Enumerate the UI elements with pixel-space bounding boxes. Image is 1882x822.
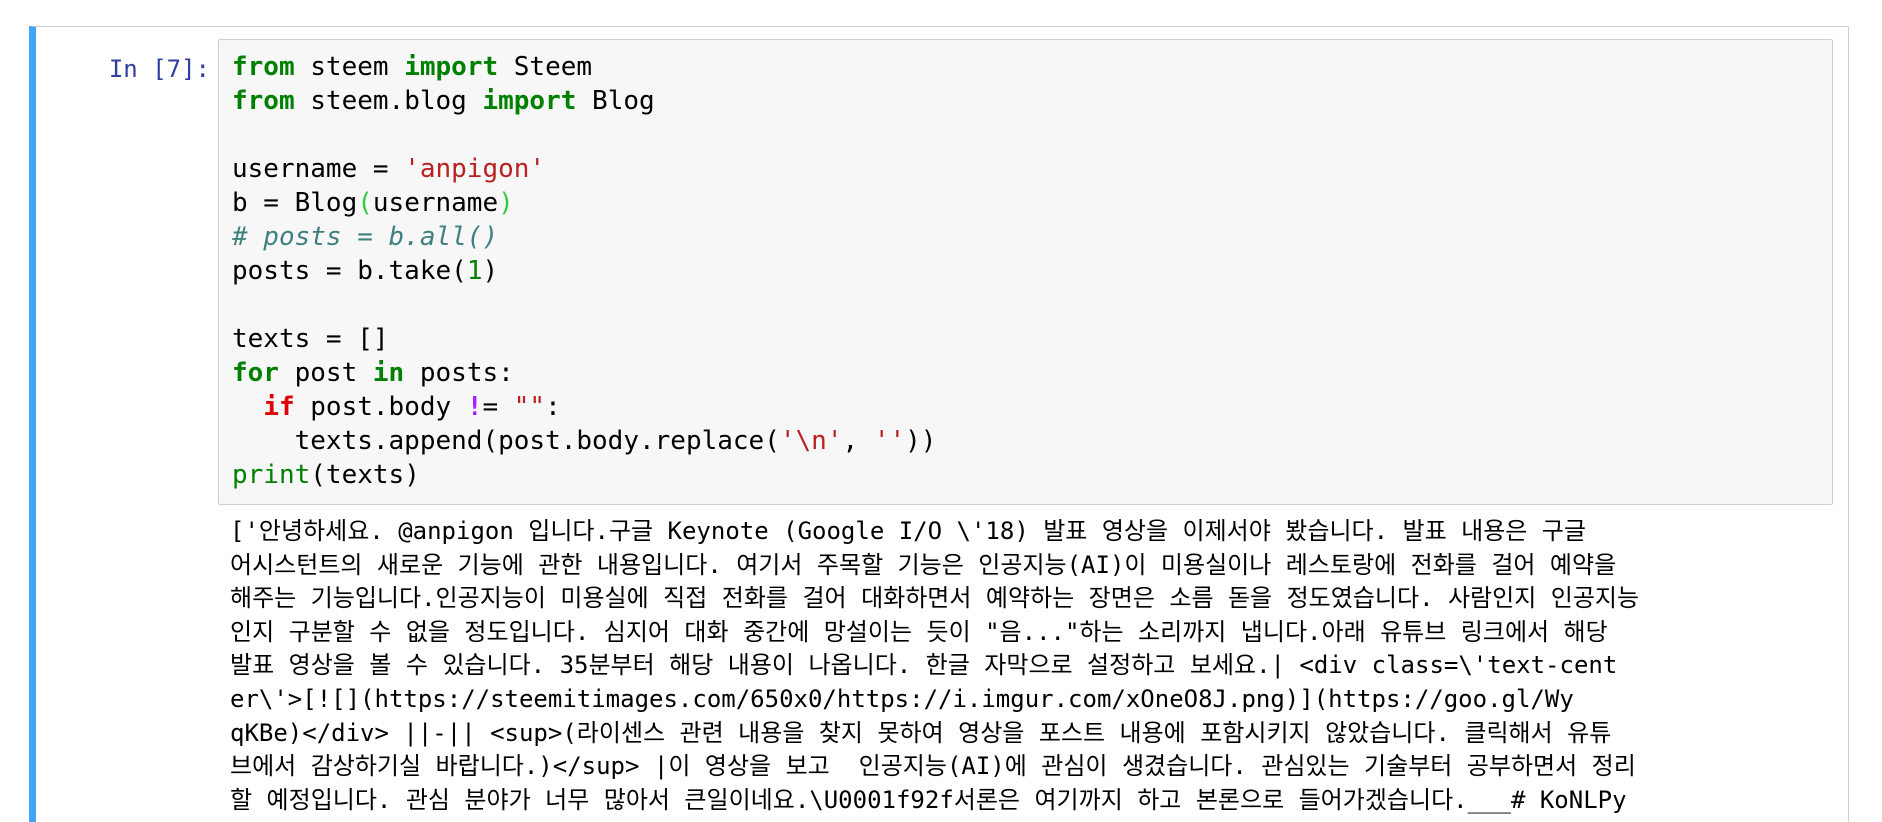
code-token: (texts) xyxy=(310,460,420,490)
code-token: '' xyxy=(873,426,906,456)
code-line: # posts = b.all() xyxy=(232,220,936,254)
code-token: Steem xyxy=(498,52,593,82)
notebook-page: In [7]: from steem import Steem from stee… xyxy=(0,0,1882,822)
code-line: b = Blog(username) xyxy=(232,186,936,220)
code-token: steem xyxy=(294,52,405,82)
output-line: 인지 구분할 수 없을 정도입니다. 심지어 대화 중간에 망설이는 듯이 "음… xyxy=(230,617,1608,646)
code-token: "" xyxy=(513,392,546,422)
code-token: ( xyxy=(357,188,373,218)
code-token: '\n' xyxy=(779,426,843,456)
code-token: ) xyxy=(498,188,514,218)
code-token: for xyxy=(232,358,279,388)
output-line: er\'>[![](https://steemitimages.com/650x… xyxy=(230,684,1574,713)
code-token: 'anpigon' xyxy=(404,154,546,184)
code-token: texts.append(post.body.replace( xyxy=(232,426,780,456)
code-token: 1 xyxy=(466,256,483,286)
code-token: b = Blog xyxy=(232,188,358,218)
output-line: 발표 영상을 볼 수 있습니다. 35분부터 해당 내용이 나옵니다. 한글 자… xyxy=(230,651,1618,680)
code-token: import xyxy=(404,52,499,82)
code-line: username = 'anpigon' xyxy=(232,152,936,186)
code-line: texts.append(post.body.replace('\n', '')… xyxy=(232,424,937,458)
code-token: username xyxy=(372,188,499,218)
code-token: in xyxy=(372,358,405,388)
code-token: , xyxy=(842,426,874,456)
code-token: print xyxy=(232,460,311,490)
code-token: username = xyxy=(232,154,405,184)
code-token: post.body xyxy=(294,392,467,422)
code-token: from xyxy=(232,86,295,116)
input-prompt: In [7]: xyxy=(108,55,210,83)
output-line: 해주는 기능입니다.인공지능이 미용실에 직접 전화를 걸어 대화하면서 예약하… xyxy=(230,584,1640,613)
code-token: = xyxy=(482,392,514,422)
code-token: steem.blog xyxy=(294,86,483,116)
output-line: 할 예정입니다. 관심 분야가 너무 많아서 큰일이네요.\U0001f92f서… xyxy=(230,785,1627,814)
output-line: 브에서 감상하기실 바랍니다.)</sup> |이 영상을 보고 인공지능(AI… xyxy=(230,752,1636,781)
code-token: import xyxy=(482,86,577,116)
code-token: : xyxy=(545,392,561,422)
code-line: from steem.blog import Blog xyxy=(232,84,936,118)
code-token: posts = b.take( xyxy=(232,256,467,286)
code-editor[interactable]: from steem import Steem from steem.blog i… xyxy=(232,50,936,492)
code-line: from steem import Steem xyxy=(232,50,936,84)
code-token: from xyxy=(232,52,295,82)
code-token: texts = [] xyxy=(232,324,389,354)
code-token: post xyxy=(278,358,373,388)
output-line: 어시스턴트의 새로운 기능에 관한 내용입니다. 여기서 주목할 기능은 인공지… xyxy=(230,550,1617,579)
cell-output: ['안녕하세요. @anpigon 입니다.구글 Keynote (Google… xyxy=(230,515,1840,817)
code-token: if xyxy=(263,392,295,422)
output-line: ['안녕하세요. @anpigon 입니다.구글 Keynote (Google… xyxy=(230,517,1586,545)
code-line: print(texts) xyxy=(232,458,936,492)
code-line: for post in posts: xyxy=(232,356,936,390)
code-token: ) xyxy=(482,256,499,286)
code-token: posts: xyxy=(404,358,514,388)
code-token: ! xyxy=(466,392,483,422)
code-line: texts = [] xyxy=(232,322,936,356)
code-token: # posts = b.all() xyxy=(232,222,499,252)
code-line: posts = b.take(1) xyxy=(232,254,936,288)
code-token: Blog xyxy=(576,86,655,116)
output-line: qKBe)</div> ||-|| <sup>(라이센스 관련 내용을 찾지 못… xyxy=(230,718,1612,747)
code-line: if post.body != "": xyxy=(232,390,936,424)
code-token: )) xyxy=(905,426,937,456)
